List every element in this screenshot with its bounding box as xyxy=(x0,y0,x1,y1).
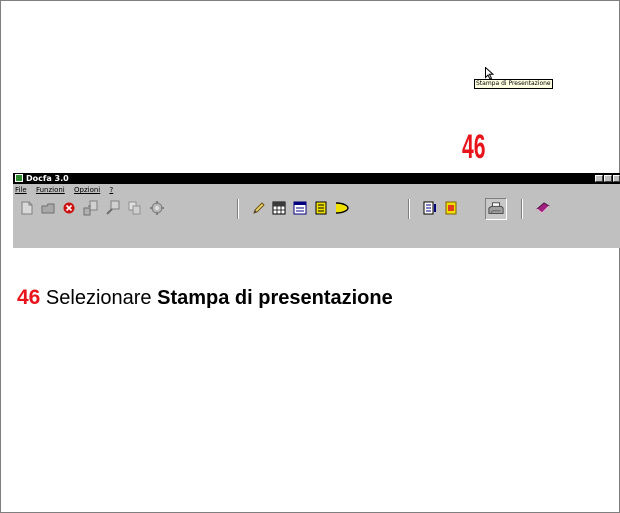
toolbar-separator xyxy=(521,199,523,219)
open-icon[interactable] xyxy=(40,200,56,216)
title-bar: Docfa 3.0 xyxy=(13,173,620,184)
caption-number: 46 xyxy=(17,286,41,309)
form-icon[interactable] xyxy=(292,200,308,216)
toolbar-separator xyxy=(237,199,239,219)
app-icon xyxy=(15,174,23,182)
help-book-icon[interactable] xyxy=(535,200,551,216)
tooltip: Stampa di Presentazione xyxy=(474,79,553,89)
grid-icon[interactable] xyxy=(271,200,287,216)
caption-bold-text: Stampa di presentazione xyxy=(157,287,393,309)
menu-file[interactable]: File xyxy=(15,186,27,194)
close-button[interactable] xyxy=(613,175,620,182)
new-document-icon[interactable] xyxy=(19,200,35,216)
edit-icon[interactable] xyxy=(251,200,267,216)
list-icon[interactable] xyxy=(313,200,329,216)
caption-text: Selezionare xyxy=(45,287,152,309)
curve-icon[interactable] xyxy=(334,200,350,216)
copy-icon[interactable] xyxy=(127,200,143,216)
import-icon[interactable] xyxy=(105,200,121,216)
printer-icon xyxy=(488,201,504,217)
settings-icon[interactable] xyxy=(149,200,165,216)
menu-opzioni[interactable]: Opzioni xyxy=(74,186,100,194)
report-icon[interactable] xyxy=(422,200,438,216)
menu-help[interactable]: ? xyxy=(109,186,113,194)
slide-frame xyxy=(0,0,620,513)
notes-icon[interactable] xyxy=(443,200,459,216)
step-number: 46 xyxy=(462,128,486,166)
maximize-button[interactable] xyxy=(604,175,612,182)
delete-icon[interactable] xyxy=(61,200,77,216)
minimize-button[interactable] xyxy=(595,175,603,182)
app-window: Docfa 3.0 File Funzioni Opzioni ? xyxy=(13,173,620,248)
toolbar xyxy=(13,195,620,223)
export-icon[interactable] xyxy=(83,200,99,216)
toolbar-separator xyxy=(408,199,410,219)
instruction-caption: 46 Selezionare Stampa di presentazione xyxy=(17,285,393,311)
window-title: Docfa 3.0 xyxy=(26,174,69,183)
menu-bar: File Funzioni Opzioni ? xyxy=(15,185,120,195)
print-presentation-button[interactable] xyxy=(485,198,507,220)
menu-funzioni[interactable]: Funzioni xyxy=(36,186,65,194)
